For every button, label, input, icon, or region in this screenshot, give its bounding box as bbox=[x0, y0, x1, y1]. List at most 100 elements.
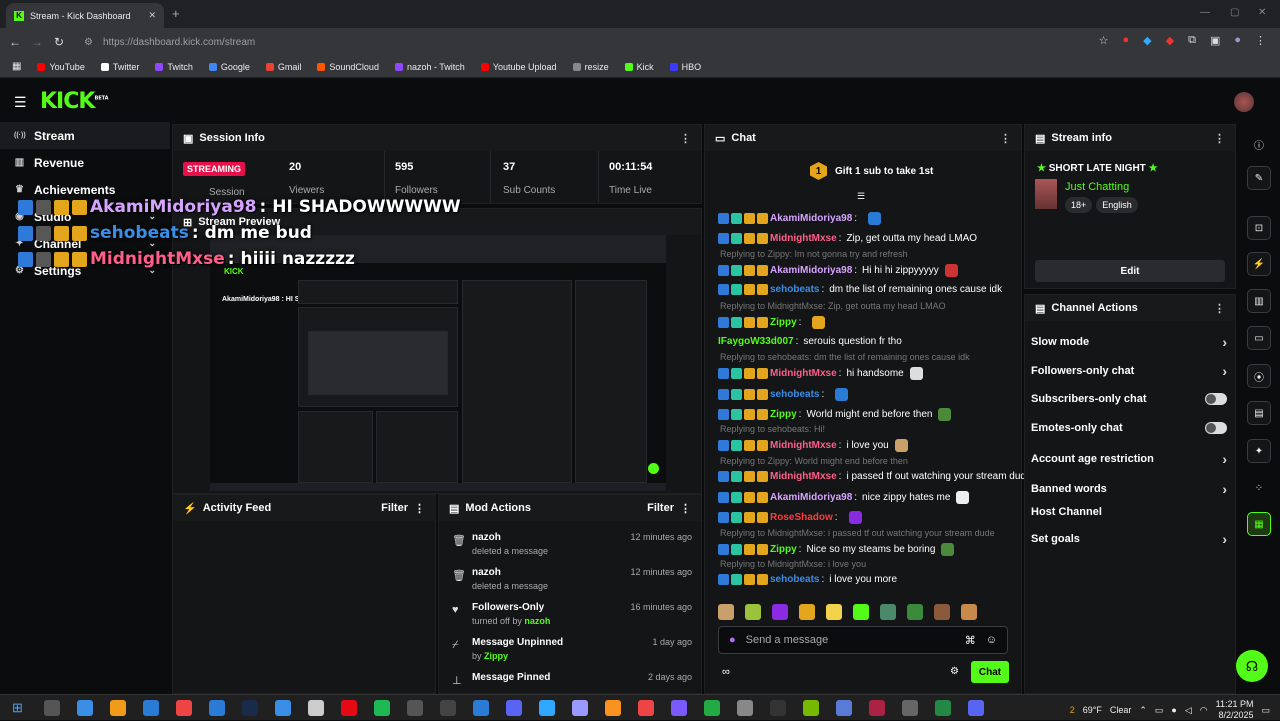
more-options-icon[interactable]: ⋮ bbox=[680, 132, 691, 145]
taskbar-app-icon[interactable] bbox=[275, 700, 291, 716]
new-tab-icon[interactable]: + bbox=[172, 6, 180, 21]
emote-icon[interactable] bbox=[907, 604, 923, 620]
taskbar-app-icon[interactable] bbox=[242, 700, 258, 716]
bookmark-item[interactable]: YouTube bbox=[31, 62, 90, 72]
bookmark-item[interactable]: Gmail bbox=[260, 62, 308, 72]
chat-username[interactable]: RoseShadow bbox=[770, 512, 833, 523]
chat-username[interactable]: sehobeats bbox=[770, 574, 819, 585]
chat-username[interactable]: MidnightMxse bbox=[770, 368, 837, 379]
bookmark-item[interactable]: nazoh - Twitch bbox=[389, 62, 471, 72]
weather-temp[interactable]: 69°F bbox=[1083, 705, 1102, 715]
channel-action-slow-mode[interactable]: Slow mode › bbox=[1031, 334, 1227, 350]
avatar[interactable] bbox=[1234, 92, 1254, 112]
mod-action-by[interactable]: nazoh bbox=[524, 616, 550, 626]
community-icon[interactable]: ∞ bbox=[722, 666, 730, 678]
emote-icon[interactable] bbox=[853, 604, 869, 620]
minimize-icon[interactable]: — bbox=[1200, 7, 1210, 18]
bookmark-item[interactable]: Kick bbox=[619, 62, 660, 72]
browser-menu-icon[interactable]: ⋮ bbox=[1255, 34, 1266, 47]
emoji-icon[interactable]: ☺ bbox=[986, 634, 997, 646]
more-options-icon[interactable]: ⋮ bbox=[1000, 132, 1011, 145]
browser-tab[interactable]: K Stream - Kick Dashboard ✕ bbox=[6, 3, 164, 28]
mic-icon[interactable]: ● bbox=[729, 634, 736, 646]
more-options-icon[interactable]: ⋮ bbox=[1214, 302, 1225, 315]
chat-username[interactable]: MidnightMxse bbox=[770, 471, 837, 482]
taskbar-app-icon[interactable] bbox=[572, 700, 588, 716]
hamburger-menu-icon[interactable]: ☰ bbox=[14, 94, 27, 111]
chat-username[interactable]: MidnightMxse bbox=[770, 233, 837, 244]
extension-icon[interactable]: ● bbox=[1122, 34, 1129, 47]
taskbar-app-icon[interactable] bbox=[638, 700, 654, 716]
mic-icon[interactable]: ● bbox=[1171, 705, 1176, 715]
more-options-icon[interactable]: ⋮ bbox=[414, 502, 425, 515]
taskbar-app-icon[interactable] bbox=[440, 700, 456, 716]
clip-icon[interactable]: ▦ bbox=[1247, 512, 1271, 536]
bookmark-item[interactable]: SoundCloud bbox=[311, 62, 385, 72]
taskbar-app-icon[interactable] bbox=[143, 700, 159, 716]
sidebar-item-revenue[interactable]: ▥ Revenue bbox=[0, 149, 170, 176]
bookmark-star-icon[interactable]: ☆ bbox=[1099, 34, 1109, 47]
taskbar-app-icon[interactable] bbox=[176, 700, 192, 716]
info-icon[interactable]: ⓘ bbox=[1247, 132, 1271, 156]
more-options-icon[interactable]: ⋮ bbox=[1214, 132, 1225, 145]
chat-username[interactable]: AkamiMidoriya98 bbox=[770, 265, 852, 276]
notifications-icon[interactable]: ▭ bbox=[1261, 705, 1270, 716]
chat-username[interactable]: sehobeats bbox=[770, 389, 819, 400]
emote-icon[interactable] bbox=[745, 604, 761, 620]
back-icon[interactable]: ← bbox=[4, 35, 26, 49]
taskbar-app-icon[interactable] bbox=[407, 700, 423, 716]
maximize-icon[interactable]: ▢ bbox=[1230, 7, 1239, 18]
volume-icon[interactable]: ◁ bbox=[1185, 705, 1192, 716]
taskbar-app-icon[interactable] bbox=[770, 700, 786, 716]
taskbar-app-icon[interactable] bbox=[77, 700, 93, 716]
channel-action-subscribers-only-chat[interactable]: Subscribers-only chat bbox=[1031, 393, 1227, 405]
bookmark-item[interactable]: Twitter bbox=[95, 62, 146, 72]
emote-icon[interactable] bbox=[934, 604, 950, 620]
edit-icon[interactable]: ✎ bbox=[1247, 166, 1271, 190]
close-window-icon[interactable]: ✕ bbox=[1258, 7, 1266, 18]
edit-button[interactable]: Edit bbox=[1035, 260, 1225, 282]
taskbar-app-icon[interactable] bbox=[836, 700, 852, 716]
channel-action-host-channel[interactable]: Host Channel bbox=[1031, 506, 1227, 518]
emote-icon[interactable] bbox=[718, 604, 734, 620]
weather-text[interactable]: Clear bbox=[1110, 705, 1132, 715]
extensions-puzzle-icon[interactable]: ⧉ bbox=[1188, 34, 1196, 47]
channel-action-account-age-restriction[interactable]: Account age restriction › bbox=[1031, 451, 1227, 467]
bolt-icon[interactable]: ⚡ bbox=[1247, 252, 1271, 276]
tray-icon[interactable]: ▭ bbox=[1155, 705, 1164, 716]
bookmark-item[interactable]: Youtube Upload bbox=[475, 62, 563, 72]
chat-username[interactable]: IFaygoW33d007 bbox=[718, 336, 794, 347]
chat-input[interactable]: ● Send a message ⌘ ☺ bbox=[718, 626, 1008, 654]
emote-icon[interactable] bbox=[880, 604, 896, 620]
more-options-icon[interactable]: ⋮ bbox=[680, 502, 691, 515]
wifi-icon[interactable]: ◠ bbox=[1200, 705, 1208, 716]
toggle-switch[interactable] bbox=[1205, 422, 1227, 434]
channel-action-emotes-only-chat[interactable]: Emotes-only chat bbox=[1031, 422, 1227, 434]
stream-preview-video[interactable]: KICK AkamiMidoriya98 : HI SHADOWWWWW bbox=[210, 235, 666, 491]
clock[interactable]: 11:21 PM 8/2/2025 bbox=[1216, 699, 1254, 721]
storage-icon[interactable]: ▤ bbox=[1247, 401, 1271, 425]
chat-username[interactable]: sehobeats bbox=[770, 284, 819, 295]
taskbar-app-icon[interactable] bbox=[671, 700, 687, 716]
layout-icon[interactable]: ⊡ bbox=[1247, 216, 1271, 240]
category-name[interactable]: Just Chatting bbox=[1065, 181, 1129, 193]
tray-up-icon[interactable]: ⌃ bbox=[1139, 705, 1147, 716]
taskbar-app-icon[interactable] bbox=[605, 700, 621, 716]
channel-action-followers-only-chat[interactable]: Followers-only chat › bbox=[1031, 363, 1227, 379]
taskbar-app-icon[interactable] bbox=[803, 700, 819, 716]
extension-icon[interactable]: ◆ bbox=[1143, 34, 1151, 47]
emote-icon[interactable] bbox=[799, 604, 815, 620]
support-chat-icon[interactable]: ☊ bbox=[1236, 650, 1268, 682]
taskbar-app-icon[interactable] bbox=[473, 700, 489, 716]
close-tab-icon[interactable]: ✕ bbox=[148, 10, 156, 21]
taskbar-app-icon[interactable] bbox=[869, 700, 885, 716]
site-info-icon[interactable]: ⚙ bbox=[84, 37, 93, 48]
taskbar-app-icon[interactable] bbox=[935, 700, 951, 716]
taskbar-app-icon[interactable] bbox=[44, 700, 60, 716]
toggle-switch[interactable] bbox=[1205, 393, 1227, 405]
emote-icon[interactable] bbox=[961, 604, 977, 620]
emote-icon[interactable] bbox=[772, 604, 788, 620]
reload-icon[interactable]: ↻ bbox=[48, 35, 70, 49]
chat-send-button[interactable]: Chat bbox=[971, 661, 1009, 683]
extension-icon[interactable]: ◆ bbox=[1166, 34, 1174, 47]
